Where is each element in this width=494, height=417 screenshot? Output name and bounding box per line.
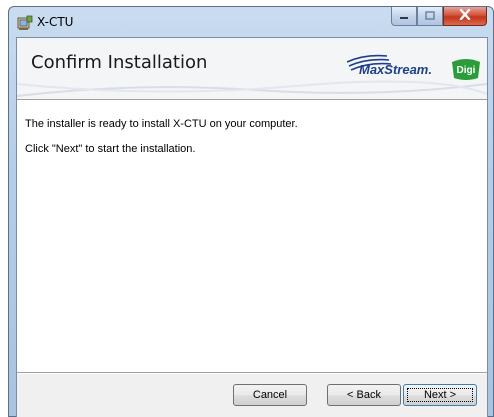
maximize-icon (425, 7, 435, 25)
window-title: X-CTU (37, 15, 74, 29)
banner-decoration (17, 80, 487, 97)
dialog-client-area: Confirm Installation MaxStream. Digi The… (16, 37, 488, 417)
minimize-icon (399, 7, 409, 25)
digi-logo-text: Digi (457, 65, 476, 76)
close-icon (459, 7, 471, 25)
ready-message: The installer is ready to install X-CTU … (25, 118, 298, 130)
maxstream-logo-text: MaxStream. (359, 62, 432, 77)
button-bar: Cancel < Back Next > (17, 374, 487, 417)
back-button[interactable]: < Back (327, 384, 401, 406)
installer-window: X-CTU Confirm Installation MaxStream. Di… (8, 6, 494, 417)
installer-icon (17, 15, 33, 31)
close-button[interactable] (443, 7, 487, 26)
next-button[interactable]: Next > (403, 384, 477, 406)
next-button-label: Next > (423, 389, 457, 401)
caption-buttons (391, 7, 487, 27)
instruction-message: Click "Next" to start the installation. (25, 143, 196, 155)
maximize-button[interactable] (417, 7, 443, 26)
header-banner: Confirm Installation MaxStream. Digi (17, 38, 487, 100)
title-bar[interactable]: X-CTU (9, 7, 493, 37)
cancel-button[interactable]: Cancel (233, 384, 307, 406)
minimize-button[interactable] (391, 7, 417, 26)
page-title: Confirm Installation (31, 52, 208, 73)
back-button-label: < Back (347, 389, 381, 401)
cancel-button-label: Cancel (252, 389, 288, 401)
